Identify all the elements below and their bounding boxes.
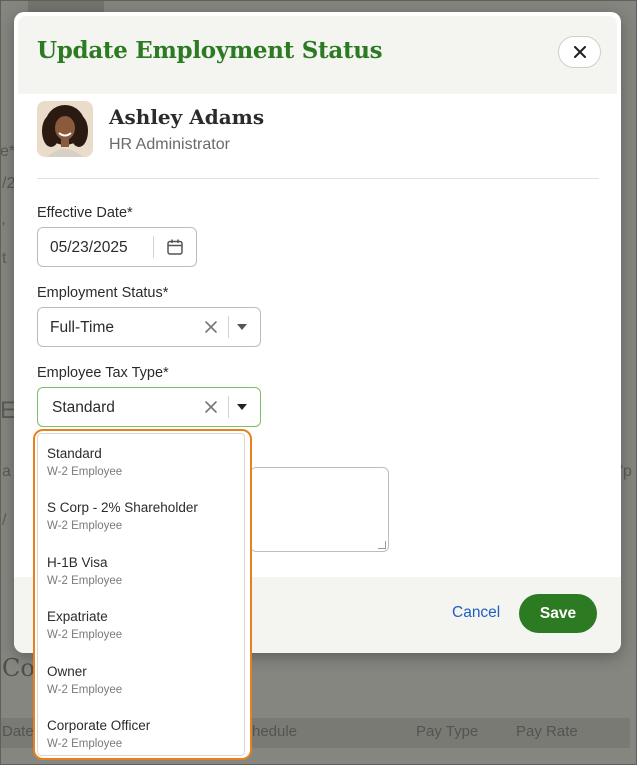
field-separator <box>153 236 154 258</box>
background-text: t <box>2 250 7 267</box>
tax-type-label: Employee Tax Type* <box>37 365 169 381</box>
dropdown-option[interactable]: Standard W-2 Employee <box>47 446 237 478</box>
background-table-header-cell: Pay Rate <box>516 723 578 740</box>
employment-status-label: Employment Status* <box>37 285 169 301</box>
background-table-header-cell: Pay Type <box>416 723 479 740</box>
background-table-header-cell: hedule <box>252 723 298 740</box>
effective-date-value: 05/23/2025 <box>50 239 128 256</box>
employment-status-select[interactable]: Full-Time <box>37 307 261 347</box>
option-subtitle: W-2 Employee <box>47 520 123 532</box>
cancel-button[interactable]: Cancel <box>452 604 500 622</box>
option-title: Corporate Officer <box>47 718 151 733</box>
effective-date-label: Effective Date* <box>37 205 133 221</box>
notes-textarea[interactable] <box>250 467 389 552</box>
employee-role: HR Administrator <box>109 136 230 153</box>
option-title: H-1B Visa <box>47 555 108 570</box>
save-button[interactable]: Save <box>519 594 597 633</box>
background-table-header-cell: Date <box>2 723 34 740</box>
background-text: / <box>2 512 7 529</box>
option-subtitle: W-2 Employee <box>47 466 123 478</box>
clear-icon[interactable] <box>204 320 218 334</box>
close-button[interactable] <box>558 36 601 68</box>
divider <box>37 178 599 179</box>
background-heading: Co <box>2 654 35 682</box>
dropdown-option[interactable]: Owner W-2 Employee <box>47 664 237 696</box>
clear-icon[interactable] <box>204 400 218 414</box>
option-title: Owner <box>47 664 87 679</box>
avatar <box>37 101 93 157</box>
tax-type-dropdown: Standard W-2 Employee S Corp - 2% Shareh… <box>33 429 252 760</box>
option-subtitle: W-2 Employee <box>47 738 123 750</box>
field-separator <box>228 316 229 338</box>
dropdown-option[interactable]: Expatriate W-2 Employee <box>47 609 237 641</box>
chevron-down-icon[interactable] <box>237 404 247 410</box>
option-title: Standard <box>47 446 102 461</box>
chevron-down-icon[interactable] <box>237 324 247 330</box>
background-text: ' <box>2 220 6 237</box>
close-icon <box>573 46 586 58</box>
dropdown-option[interactable]: H-1B Visa W-2 Employee <box>47 555 237 587</box>
option-subtitle: W-2 Employee <box>47 575 123 587</box>
modal-title: Update Employment Status <box>37 37 383 64</box>
option-subtitle: W-2 Employee <box>47 684 123 696</box>
dropdown-list <box>37 433 245 756</box>
background-text: a <box>2 463 11 480</box>
dropdown-option[interactable]: S Corp - 2% Shareholder W-2 Employee <box>47 500 237 532</box>
dropdown-option[interactable]: Corporate Officer W-2 Employee <box>47 718 237 750</box>
background-text: e* <box>0 143 16 160</box>
tax-type-value: Standard <box>52 399 115 416</box>
option-title: Expatriate <box>47 609 108 624</box>
option-title: S Corp - 2% Shareholder <box>47 500 198 515</box>
employee-name: Ashley Adams <box>109 105 265 129</box>
calendar-icon[interactable] <box>166 238 184 256</box>
effective-date-field[interactable]: 05/23/2025 <box>37 227 197 267</box>
background-text: 'p <box>620 463 632 480</box>
field-separator <box>228 396 229 418</box>
modal-header: Update Employment Status <box>18 16 617 94</box>
tax-type-select[interactable]: Standard <box>37 387 261 427</box>
resize-handle-icon[interactable] <box>378 541 386 549</box>
option-subtitle: W-2 Employee <box>47 629 123 641</box>
employment-status-value: Full-Time <box>50 319 115 336</box>
